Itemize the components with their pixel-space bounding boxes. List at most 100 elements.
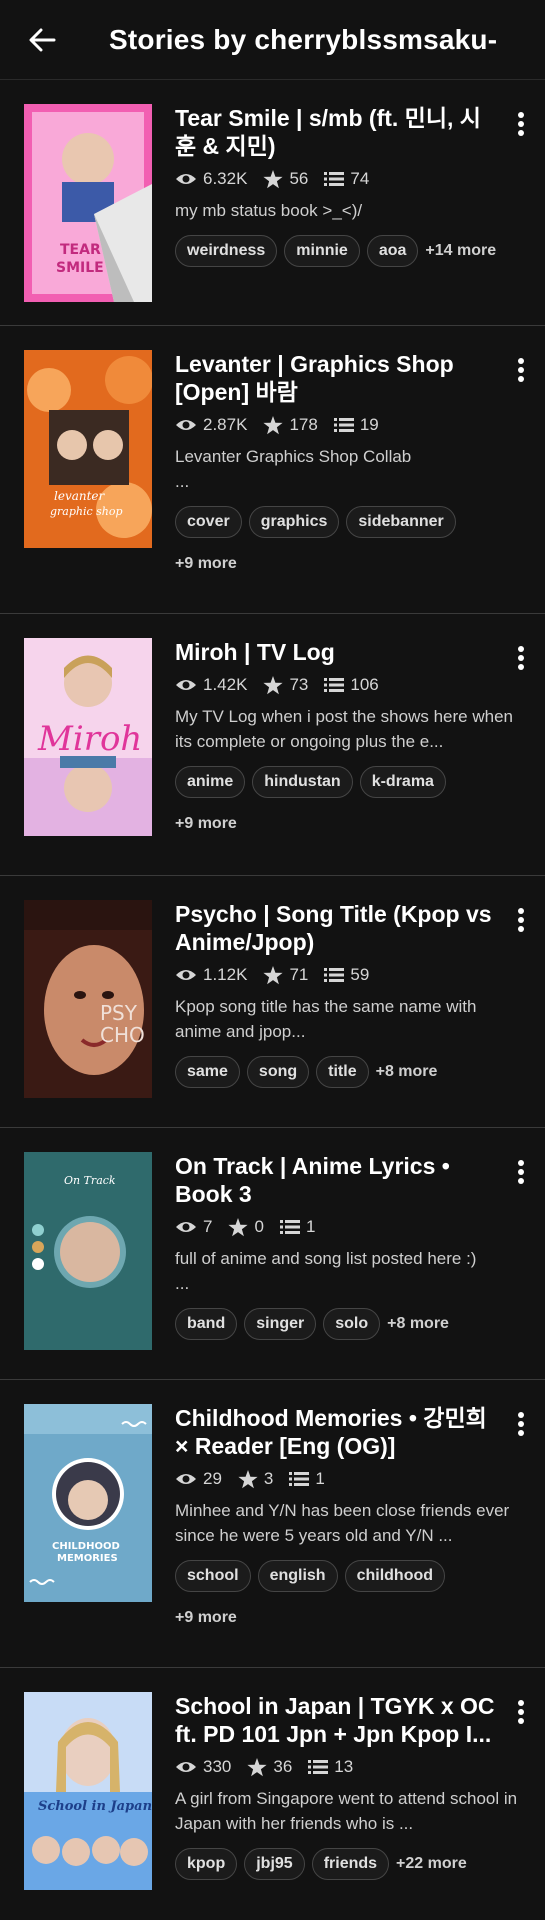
tag-chip[interactable]: childhood [344,1560,446,1592]
story-cover[interactable]: Miroh [24,638,152,836]
more-options-button[interactable] [511,108,531,140]
tag-chip[interactable]: cover [175,506,242,538]
svg-text:PSY: PSY [100,1001,138,1025]
tag-chip[interactable]: school [175,1560,251,1592]
more-options-button[interactable] [511,904,531,936]
story-item[interactable]: Miroh Miroh | TV Log 1.42K 73 106 My TV … [0,614,545,876]
tag-chip[interactable]: graphics [248,506,340,538]
tag-chip[interactable]: friends [311,1848,390,1880]
tag-chip[interactable]: anime [175,766,246,798]
dot-icon [518,367,524,373]
story-item[interactable]: TEAR SMILE Tear Smile | s/mb (ft. 민니, 시훈… [0,80,545,326]
tag-chip[interactable]: singer [244,1308,317,1340]
more-tags-link[interactable]: +9 more [175,808,535,840]
story-title[interactable]: Tear Smile | s/mb (ft. 민니, 시훈 & 지민) [175,104,495,160]
eye-icon [176,680,196,690]
story-stats: 7 0 1 [175,1214,505,1240]
star-icon [263,965,284,984]
app-bar: Stories by cherryblssmsaku- [0,0,545,80]
dot-icon [518,646,524,652]
dot-icon [518,121,524,127]
dot-icon [518,1160,524,1166]
tag-chip[interactable]: k-drama [359,766,446,798]
list-icon [324,172,345,186]
tag-chip[interactable]: title [316,1056,369,1088]
story-item[interactable]: PSY CHO Psycho | Song Title (Kpop vs Ani… [0,876,545,1128]
dot-icon [518,130,524,136]
more-tags-link[interactable]: +14 more [425,235,496,267]
tag-chip[interactable]: song [246,1056,310,1088]
more-options-button[interactable] [511,1156,531,1188]
story-cover[interactable]: PSY CHO [24,900,152,1098]
more-tags-link[interactable]: +9 more [175,548,535,580]
more-tags-link[interactable]: +9 more [175,1602,535,1634]
story-item[interactable]: CHILDHOOD MEMORIES Childhood Memories • … [0,1380,545,1668]
eye-icon [176,1762,196,1772]
star-icon [263,169,284,188]
story-stats: 1.12K 71 59 [175,962,505,988]
tag-chip[interactable]: weirdness [175,235,278,267]
dot-icon [518,655,524,661]
tag-chip[interactable]: same [175,1056,240,1088]
story-item[interactable]: On Track On Track | Anime Lyrics • Book … [0,1128,545,1380]
list-icon [333,418,354,432]
dot-icon [518,112,524,118]
story-title[interactable]: Miroh | TV Log [175,638,495,666]
story-stats: 1.42K 73 106 [175,672,505,698]
parts-count: 1 [315,1469,325,1488]
tag-chip[interactable]: sidebanner [346,506,456,538]
more-tags-link[interactable]: +8 more [387,1308,449,1340]
story-description: full of anime and song list posted here … [175,1249,477,1293]
tag-chip[interactable]: hindustan [252,766,353,798]
reads-count: 29 [203,1469,222,1488]
tag-chip[interactable]: solo [323,1308,381,1340]
story-cover[interactable]: levanter graphic shop [24,350,152,548]
story-cover[interactable]: School in Japan [24,1692,152,1890]
story-item[interactable]: School in Japan School in Japan | TGYK x… [0,1668,545,1920]
tag-chip[interactable]: english [257,1560,338,1592]
story-description: A girl from Singapore went to attend sch… [175,1789,518,1833]
tag-chip[interactable]: kpop [175,1848,238,1880]
votes-count: 56 [289,169,309,188]
tag-chip[interactable]: minnie [284,235,360,267]
reads-count: 2.87K [203,415,248,434]
dot-icon [518,908,524,914]
list-icon [279,1220,300,1234]
story-stats: 2.87K 178 19 [175,412,505,438]
story-title[interactable]: School in Japan | TGYK x OC ft. PD 101 J… [175,1692,495,1748]
story-cover[interactable]: TEAR SMILE [24,104,152,302]
reads-count: 1.12K [203,965,248,984]
dot-icon [518,1430,524,1436]
story-description: My TV Log when i post the shows here whe… [175,707,513,751]
story-cover[interactable]: On Track [24,1152,152,1350]
story-stats: 6.32K 56 74 [175,166,505,192]
svg-text:TEAR: TEAR [60,242,101,258]
eye-icon [176,420,196,430]
eye-icon [176,174,196,184]
dot-icon [518,358,524,364]
story-title[interactable]: Psycho | Song Title (Kpop vs Anime/Jpop) [175,900,495,956]
more-options-button[interactable] [511,354,531,386]
dot-icon [518,376,524,382]
eye-icon [176,970,196,980]
story-title[interactable]: On Track | Anime Lyrics • Book 3 [175,1152,495,1208]
back-button[interactable] [0,0,84,80]
list-icon [289,1472,310,1486]
more-tags-link[interactable]: +8 more [376,1056,438,1088]
story-item[interactable]: levanter graphic shop Levanter | Graphic… [0,326,545,614]
more-options-button[interactable] [511,1696,531,1728]
eye-icon [176,1474,196,1484]
tag-chip[interactable]: band [175,1308,238,1340]
story-title[interactable]: Childhood Memories • 강민희 × Reader [Eng (… [175,1404,495,1460]
svg-text:CHO: CHO [100,1023,145,1047]
story-title[interactable]: Levanter | Graphics Shop [Open] 바람 [175,350,495,406]
story-cover[interactable]: CHILDHOOD MEMORIES [24,1404,152,1602]
story-description: Kpop song title has the same name with a… [175,997,477,1041]
dot-icon [518,664,524,670]
more-options-button[interactable] [511,642,531,674]
tag-chip[interactable]: aoa [366,235,419,267]
tag-chip[interactable]: jbj95 [244,1848,305,1880]
parts-count: 1 [305,1217,316,1236]
more-options-button[interactable] [511,1408,531,1440]
more-tags-link[interactable]: +22 more [396,1848,467,1880]
